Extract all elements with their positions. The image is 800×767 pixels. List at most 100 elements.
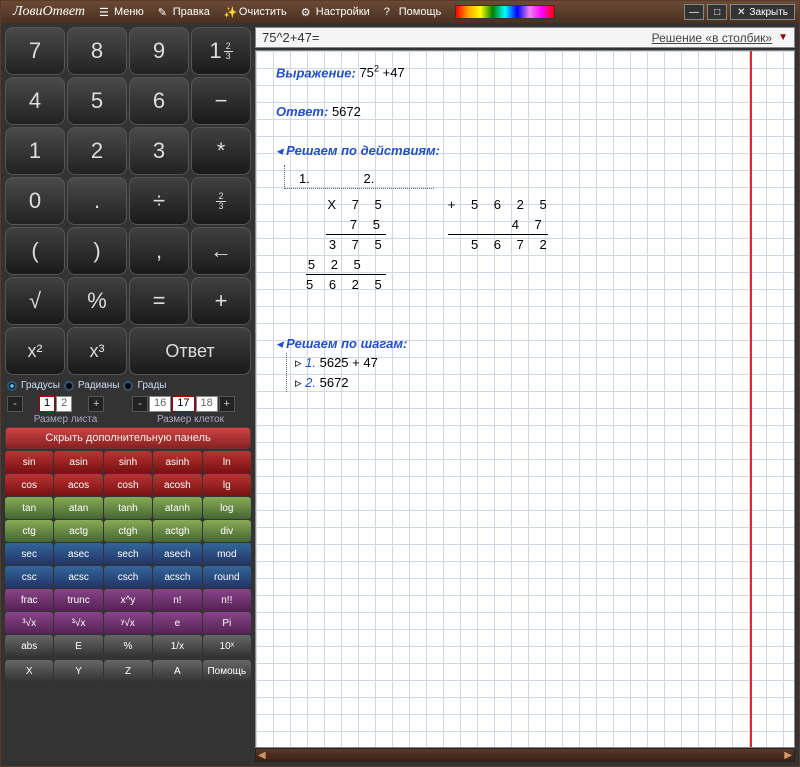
sci-log[interactable]: log — [203, 497, 251, 519]
expression-input[interactable]: 75^2+47= — [262, 30, 652, 45]
minimize-button[interactable]: — — [684, 4, 704, 20]
sci-acosh[interactable]: acosh — [153, 474, 201, 496]
var-y[interactable]: Y — [54, 660, 102, 682]
sci-xy[interactable]: x^y — [104, 589, 152, 611]
radio-degrees[interactable] — [7, 381, 17, 391]
scroll-right-icon[interactable]: ▶ — [784, 750, 792, 761]
sci-tanh[interactable]: tanh — [104, 497, 152, 519]
sci-e[interactable]: e — [153, 612, 201, 634]
sci-atan[interactable]: atan — [54, 497, 102, 519]
sci-asinh[interactable]: asinh — [153, 451, 201, 473]
sheet-size-minus[interactable]: - — [7, 396, 23, 412]
close-button[interactable]: ✕Закрыть — [730, 4, 795, 20]
sci-actg[interactable]: actg — [54, 520, 102, 542]
sci-inv[interactable]: 1/x — [153, 635, 201, 657]
sci-div[interactable]: div — [203, 520, 251, 542]
color-spectrum[interactable] — [455, 5, 555, 19]
sci-trunc[interactable]: trunc — [54, 589, 102, 611]
maximize-button[interactable]: □ — [707, 4, 727, 20]
sci-ln[interactable]: ln — [203, 451, 251, 473]
var-x[interactable]: X — [5, 660, 53, 682]
sci-sec[interactable]: sec — [5, 543, 53, 565]
sci-ctg[interactable]: ctg — [5, 520, 53, 542]
sci-acsch[interactable]: acsch — [153, 566, 201, 588]
var-z[interactable]: Z — [104, 660, 152, 682]
sci-tan[interactable]: tan — [5, 497, 53, 519]
key-dot[interactable]: . — [67, 177, 127, 225]
key-1[interactable]: 1 — [5, 127, 65, 175]
help-button[interactable]: ?Помощь — [378, 4, 448, 20]
sci-cosh[interactable]: cosh — [104, 474, 152, 496]
solution-type-dropdown[interactable]: Решение «в столбик» — [652, 31, 772, 45]
key-2[interactable]: 2 — [67, 127, 127, 175]
key-9[interactable]: 9 — [129, 27, 189, 75]
sci-pi[interactable]: Pi — [203, 612, 251, 634]
sci-csch[interactable]: csch — [104, 566, 152, 588]
key-5[interactable]: 5 — [67, 77, 127, 125]
key-minus[interactable]: − — [191, 77, 251, 125]
key-3[interactable]: 3 — [129, 127, 189, 175]
sci-ctgh[interactable]: ctgh — [104, 520, 152, 542]
sci-ycbrt[interactable]: ³√x — [54, 612, 102, 634]
sci-sin[interactable]: sin — [5, 451, 53, 473]
sci-frac[interactable]: frac — [5, 589, 53, 611]
sci-yroot[interactable]: ʸ√x — [104, 612, 152, 634]
edit-button[interactable]: ✎Правка — [152, 4, 216, 20]
key-7[interactable]: 7 — [5, 27, 65, 75]
key-x3[interactable]: x³ — [67, 327, 127, 375]
cell-size-plus[interactable]: + — [219, 396, 235, 412]
settings-button[interactable]: ⚙Настройки — [295, 4, 376, 20]
sci-asin[interactable]: asin — [54, 451, 102, 473]
sci-abs[interactable]: abs — [5, 635, 53, 657]
key-equals[interactable]: = — [129, 277, 189, 325]
key-lparen[interactable]: ( — [5, 227, 65, 275]
key-backspace[interactable]: ← — [191, 227, 251, 275]
hide-panel-button[interactable]: Скрыть дополнительную панель — [5, 427, 251, 449]
key-rparen[interactable]: ) — [67, 227, 127, 275]
key-percent[interactable]: % — [67, 277, 127, 325]
answer-button[interactable]: Ответ — [129, 327, 251, 375]
cell-size-minus[interactable]: - — [132, 396, 148, 412]
sci-asech[interactable]: asech — [153, 543, 201, 565]
solution-paper: Выражение: 752 +47 Ответ: 5672 ◂ Решаем … — [255, 50, 795, 748]
sci-asec[interactable]: asec — [54, 543, 102, 565]
key-plus[interactable]: + — [191, 277, 251, 325]
radio-radians[interactable] — [64, 381, 74, 391]
key-multiply[interactable]: * — [191, 127, 251, 175]
sci-acsc[interactable]: acsc — [54, 566, 102, 588]
sci-cos[interactable]: cos — [5, 474, 53, 496]
sci-atanh[interactable]: atanh — [153, 497, 201, 519]
sci-mod[interactable]: mod — [203, 543, 251, 565]
key-x2[interactable]: x² — [5, 327, 65, 375]
scroll-left-icon[interactable]: ◀ — [258, 750, 266, 761]
sci-E[interactable]: E — [54, 635, 102, 657]
clear-button[interactable]: ✨Очистить — [218, 4, 293, 20]
help-small-button[interactable]: Помощь — [203, 660, 251, 682]
menu-button[interactable]: ☰Меню — [93, 4, 150, 20]
sci-acos[interactable]: acos — [54, 474, 102, 496]
sci-round[interactable]: round — [203, 566, 251, 588]
key-fraction[interactable]: 23 — [191, 177, 251, 225]
sheet-size-plus[interactable]: + — [88, 396, 104, 412]
key-comma[interactable]: , — [129, 227, 189, 275]
sci-perc[interactable]: % — [104, 635, 152, 657]
key-6[interactable]: 6 — [129, 77, 189, 125]
sci-actgh[interactable]: actgh — [153, 520, 201, 542]
key-0[interactable]: 0 — [5, 177, 65, 225]
key-mixed-fraction[interactable]: 123 — [191, 27, 251, 75]
key-4[interactable]: 4 — [5, 77, 65, 125]
key-sqrt[interactable]: √ — [5, 277, 65, 325]
sci-cbrt[interactable]: ³√x — [5, 612, 53, 634]
sci-lg[interactable]: lg — [203, 474, 251, 496]
var-a[interactable]: A — [153, 660, 201, 682]
horizontal-scrollbar[interactable]: ◀▶ — [255, 748, 795, 762]
sci-sech[interactable]: sech — [104, 543, 152, 565]
key-8[interactable]: 8 — [67, 27, 127, 75]
sci-csc[interactable]: csc — [5, 566, 53, 588]
radio-grads[interactable] — [123, 381, 133, 391]
sci-nfact2[interactable]: n!! — [203, 589, 251, 611]
sci-nfact[interactable]: n! — [153, 589, 201, 611]
sci-sinh[interactable]: sinh — [104, 451, 152, 473]
key-divide[interactable]: ÷ — [129, 177, 189, 225]
sci-tenx[interactable]: 10ˣ — [203, 635, 251, 657]
